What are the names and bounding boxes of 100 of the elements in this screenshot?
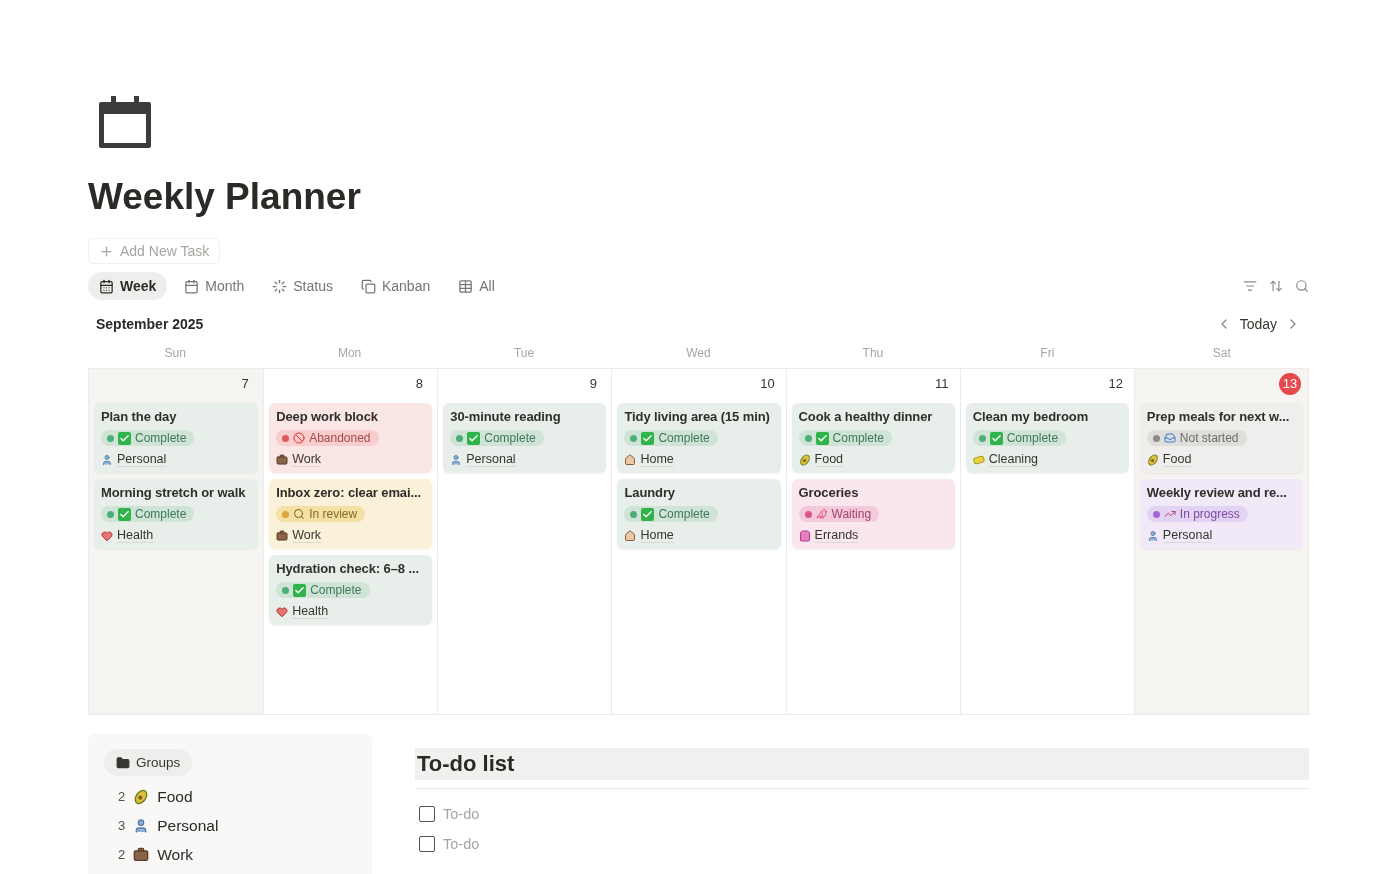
task-card[interactable]: Plan the day Complete Personal	[94, 403, 259, 473]
day-number: 9	[588, 375, 599, 393]
task-card[interactable]: Cook a healthy dinner Complete Food	[791, 403, 955, 473]
view-tab[interactable]: All	[447, 272, 506, 300]
section-heading: To-do list	[415, 748, 1309, 780]
group-label[interactable]: Food	[157, 787, 193, 806]
status-dot	[1152, 510, 1160, 518]
category-link[interactable]: Personal	[117, 452, 167, 467]
checkbox[interactable]	[419, 836, 435, 852]
group-count: 2	[118, 789, 126, 804]
status-dot	[282, 510, 290, 518]
heart-icon	[276, 605, 289, 618]
view-tab[interactable]: Status	[261, 272, 344, 300]
task-title: Morning stretch or walk	[101, 485, 247, 500]
task-card[interactable]: Hydration check: 6–8 ... Complete Health	[269, 555, 433, 625]
view-tab[interactable]: Kanban	[349, 272, 442, 300]
task-title: Plan the day	[101, 409, 178, 424]
task-title: Weekly review and re...	[1146, 485, 1288, 500]
sponge-icon	[972, 453, 985, 466]
view-tab[interactable]: Month	[173, 272, 256, 300]
plus-icon	[99, 243, 114, 259]
todo-text: To-do	[443, 806, 480, 822]
group-count: 3	[118, 818, 126, 833]
check-icon	[118, 431, 131, 445]
sort-icon[interactable]	[1269, 279, 1283, 293]
heart-icon	[101, 529, 113, 542]
weekday-label: Wed	[685, 346, 712, 360]
status-dot	[1152, 434, 1160, 442]
task-card[interactable]: Deep work block Abandoned Work	[269, 403, 433, 473]
status-tag: Complete	[972, 430, 1067, 446]
chart-icon	[1163, 508, 1176, 520]
calendar-icon	[97, 96, 153, 150]
search-icon[interactable]	[1295, 279, 1309, 293]
task-card[interactable]: Tidy living area (15 min) Complete Home	[617, 403, 781, 473]
status-dot	[107, 510, 114, 518]
person-icon	[450, 453, 463, 466]
category-link[interactable]: Food	[814, 452, 844, 467]
view-tab[interactable]: Week	[88, 272, 168, 300]
checkbox[interactable]	[419, 806, 435, 822]
status-dot	[107, 434, 114, 442]
status-dot	[804, 510, 812, 518]
category-link[interactable]: Personal	[466, 452, 516, 467]
weekday-label: Thu	[861, 346, 885, 360]
status-dot	[456, 434, 464, 442]
bag-icon	[798, 529, 811, 542]
avocado-icon	[133, 788, 150, 805]
task-card[interactable]: Prep meals for next w... Not started Food	[1139, 403, 1303, 473]
check-icon	[467, 431, 481, 445]
day-number: 11	[933, 375, 950, 393]
calendar-icon	[99, 278, 114, 294]
category-link[interactable]: Health	[292, 604, 329, 619]
groups-button[interactable]: Groups	[104, 749, 193, 776]
avocado-icon	[1146, 453, 1159, 466]
category-link[interactable]: Health	[117, 528, 154, 543]
status-tag: Complete	[276, 582, 370, 598]
category-link[interactable]: Food	[1162, 452, 1192, 467]
status-dot	[630, 510, 638, 518]
category-link[interactable]: Errands	[814, 528, 859, 543]
category-link[interactable]: Home	[640, 528, 674, 543]
day-number: 13	[1279, 373, 1301, 395]
table-icon	[458, 278, 474, 294]
task-card[interactable]: Weekly review and re... In progress Personal	[1139, 479, 1303, 549]
category-link[interactable]: Work	[292, 528, 322, 543]
group-label[interactable]: Personal	[157, 816, 219, 835]
task-card[interactable]: Inbox zero: clear emai... In review Work	[269, 479, 433, 549]
task-card[interactable]: Groceries Waiting Errands	[791, 479, 955, 549]
task-card[interactable]: Clean my bedroom Complete Cleaning	[965, 403, 1129, 473]
status-tag: Abandoned	[276, 430, 379, 446]
task-card[interactable]: Laundry Complete Home	[617, 479, 781, 549]
category-link[interactable]: Cleaning	[988, 452, 1039, 467]
task-title: Laundry	[624, 485, 676, 500]
calendar-icon	[184, 278, 200, 294]
task-card[interactable]: 30-minute reading Complete Personal	[443, 403, 607, 473]
status-dot	[282, 434, 290, 442]
filter-icon[interactable]	[1243, 279, 1257, 293]
person-icon	[1146, 529, 1159, 542]
avocado-icon	[798, 453, 811, 466]
today-button[interactable]: Today	[1231, 314, 1285, 334]
month-label: September 2025	[96, 316, 204, 332]
group-label[interactable]: Work	[157, 845, 194, 864]
check-icon	[293, 583, 307, 597]
status-tag: Not started	[1146, 430, 1247, 446]
status-tag: Complete	[624, 430, 718, 446]
weekday-label: Sat	[1211, 346, 1232, 360]
bird-icon	[815, 508, 828, 520]
task-title: Hydration check: 6–8 ...	[276, 561, 420, 576]
task-title: Groceries	[798, 485, 860, 500]
day-number: 12	[1107, 375, 1125, 393]
cards-icon	[360, 278, 376, 294]
task-card[interactable]: Morning stretch or walk Complete Health	[94, 479, 259, 549]
house-icon	[624, 529, 637, 542]
status-tag: Waiting	[798, 506, 880, 522]
status-tag: Complete	[101, 430, 195, 446]
category-link[interactable]: Personal	[1162, 528, 1213, 543]
status-tag: In progress	[1146, 506, 1248, 522]
task-title: Cook a healthy dinner	[798, 409, 934, 424]
category-link[interactable]: Home	[640, 452, 674, 467]
day-number: 10	[759, 375, 776, 393]
day-number: 7	[240, 375, 250, 393]
category-link[interactable]: Work	[292, 452, 322, 467]
